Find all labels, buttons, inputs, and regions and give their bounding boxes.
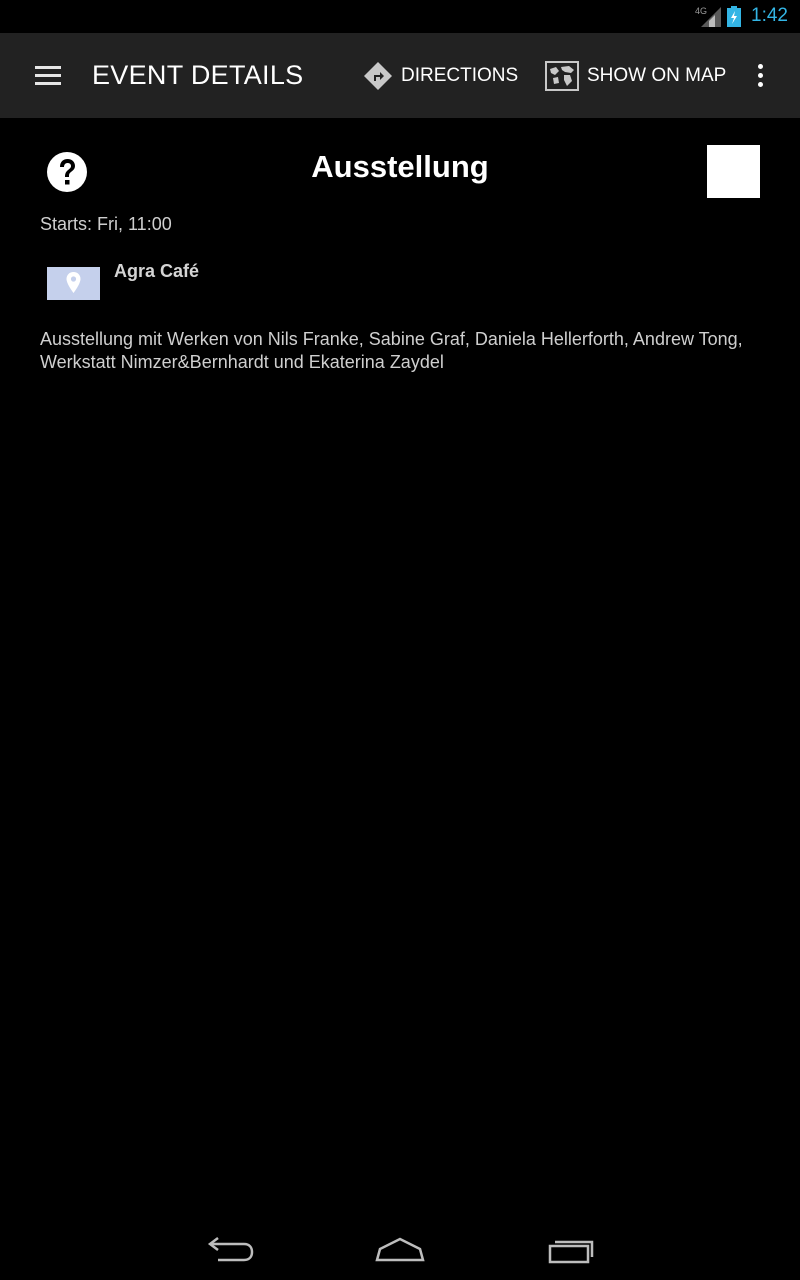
recent-apps-icon[interactable] bbox=[542, 1232, 602, 1268]
screen: 4G 1:42 EVENT DETAILS DIRECTIONS SHOW ON… bbox=[0, 0, 800, 1280]
directions-button[interactable]: DIRECTIONS bbox=[363, 59, 518, 93]
battery-icon bbox=[727, 6, 741, 27]
event-description: Ausstellung mit Werken von Nils Franke, … bbox=[40, 329, 743, 372]
status-time: 1:42 bbox=[751, 5, 788, 26]
directions-label: DIRECTIONS bbox=[401, 65, 519, 86]
location-pin-icon bbox=[66, 272, 81, 293]
status-bar: 4G 1:42 bbox=[0, 0, 800, 33]
hamburger-menu-icon[interactable] bbox=[28, 55, 68, 95]
venue-name[interactable]: Agra Café bbox=[114, 261, 199, 282]
network-type-label: 4G bbox=[695, 6, 707, 16]
venue-map-thumbnail[interactable] bbox=[47, 267, 100, 300]
overflow-menu-icon[interactable] bbox=[748, 60, 772, 90]
back-icon[interactable] bbox=[200, 1232, 260, 1268]
show-on-map-button[interactable]: SHOW ON MAP bbox=[545, 59, 726, 93]
navigation-bar bbox=[0, 1220, 800, 1280]
show-on-map-label: SHOW ON MAP bbox=[587, 65, 727, 86]
home-icon[interactable] bbox=[370, 1232, 430, 1268]
action-bar-title: EVENT DETAILS bbox=[92, 60, 304, 90]
signal-icon: 4G bbox=[695, 6, 721, 27]
map-icon bbox=[545, 61, 579, 91]
event-title: Ausstellung bbox=[311, 149, 489, 184]
event-image-placeholder bbox=[707, 145, 760, 198]
directions-icon bbox=[364, 62, 392, 90]
action-bar: EVENT DETAILS DIRECTIONS SHOW ON MAP bbox=[0, 33, 800, 118]
event-start-time: Starts: Fri, 11:00 bbox=[40, 214, 172, 234]
